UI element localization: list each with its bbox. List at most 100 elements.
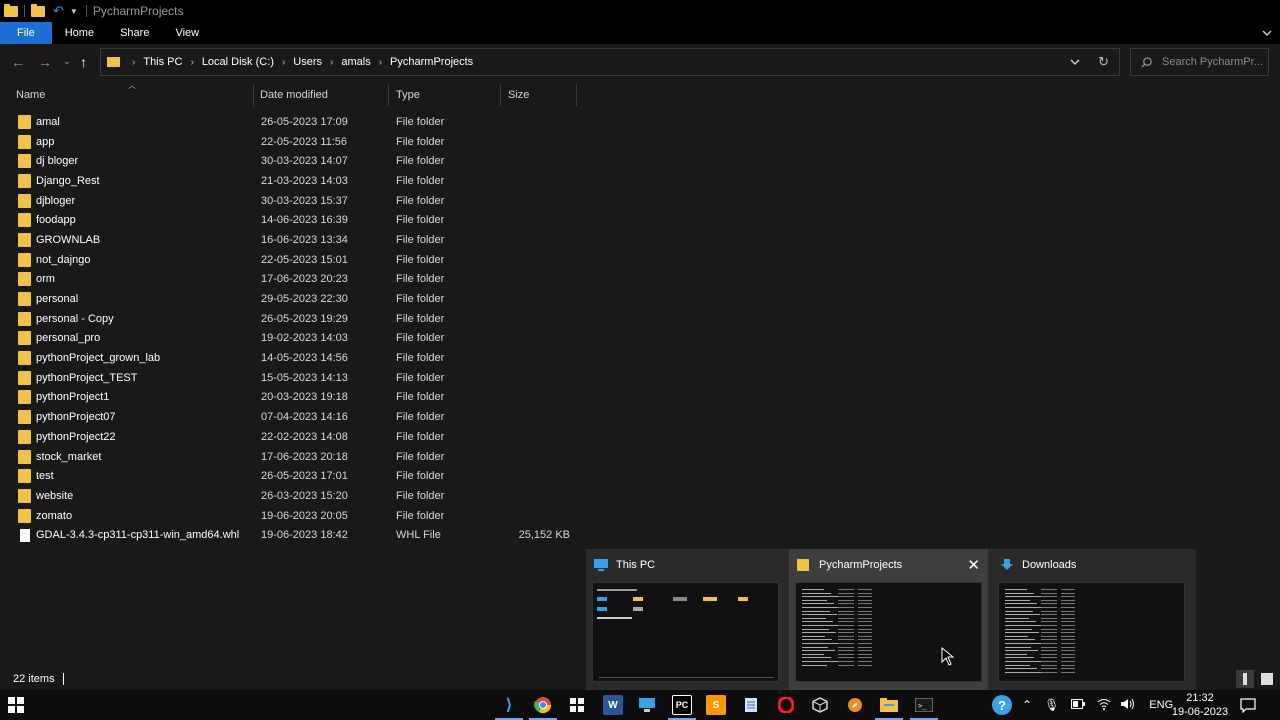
file-row[interactable]: foodapp 14-06-2023 16:39 File folder: [0, 210, 580, 230]
compass-app-icon[interactable]: [845, 695, 865, 715]
breadcrumb-separator[interactable]: ›: [379, 57, 382, 68]
file-row[interactable]: pythonProject22 22-02-2023 14:08 File fold…: [0, 427, 580, 447]
thumbnail-line: [1005, 592, 1034, 594]
folder-icon: [18, 449, 31, 464]
details-view-icon[interactable]: [1236, 670, 1254, 688]
breadcrumb-separator[interactable]: ›: [190, 57, 193, 68]
file-explorer-icon[interactable]: [879, 695, 899, 715]
file-row[interactable]: personal - Copy 26-05-2023 19:29 File fold…: [0, 309, 580, 329]
tab-share[interactable]: Share: [107, 22, 162, 44]
file-row[interactable]: pythonProject1 20-03-2023 19:18 File folde…: [0, 388, 580, 408]
chevron-down-icon[interactable]: [1070, 57, 1080, 67]
file-row[interactable]: test 26-05-2023 17:01 File folder: [0, 466, 580, 486]
file-date: 26-05-2023 17:01: [261, 470, 348, 483]
file-row[interactable]: personal 29-05-2023 22:30 File folder: [0, 289, 580, 309]
breadcrumb-this-pc[interactable]: This PC: [143, 56, 182, 68]
back-arrow-icon[interactable]: ←: [11, 54, 25, 70]
column-header-size[interactable]: Size: [508, 84, 577, 106]
chrome-icon[interactable]: [533, 695, 553, 715]
clock-time: 21:32: [1186, 692, 1214, 704]
sublime-text-icon[interactable]: S: [706, 695, 726, 715]
file-type: File folder: [396, 233, 445, 246]
windows-start-icon[interactable]: [6, 695, 26, 715]
file-row[interactable]: pythonProject_TEST 15-05-2023 14:13 File f…: [0, 368, 580, 388]
undo-icon[interactable]: ↶: [53, 3, 64, 19]
file-type: File folder: [396, 214, 445, 227]
file-row[interactable]: djbloger 30-03-2023 15:37 File folder: [0, 191, 580, 211]
file-row[interactable]: orm 17-06-2023 20:23 File folder: [0, 270, 580, 290]
chevron-down-icon[interactable]: ▼: [70, 7, 78, 16]
search-input[interactable]: Search PycharmPr...: [1130, 48, 1269, 76]
opera-icon[interactable]: [776, 695, 796, 715]
file-row[interactable]: zomato 19-06-2023 20:05 File folder: [0, 506, 580, 526]
file-row[interactable]: personal_pro 19-02-2023 14:03 File folder: [0, 329, 580, 349]
thumbnail-line: [838, 628, 854, 630]
tab-file[interactable]: File: [0, 22, 52, 44]
virtualbox-icon[interactable]: [810, 695, 830, 715]
up-arrow-icon[interactable]: ↑: [80, 54, 87, 70]
thumbnail-line: [1041, 671, 1057, 673]
file-row[interactable]: not_dajngo 22-05-2023 15:01 File folder: [0, 250, 580, 270]
system-clock[interactable]: 21:32 19-06-2023: [1168, 691, 1232, 719]
file-type: File folder: [396, 194, 445, 207]
thumbnail-line: [802, 596, 838, 598]
large-icons-view-icon[interactable]: [1258, 670, 1276, 688]
thumbnail-line: [1005, 661, 1041, 662]
preview-downloads[interactable]: Downloads: [992, 549, 1191, 690]
thumbnail-line: [838, 592, 854, 594]
breadcrumb-separator[interactable]: ›: [282, 57, 285, 68]
thumbnail-line: [802, 664, 827, 666]
pycharm-icon[interactable]: PC: [672, 695, 692, 715]
preview-pycharmprojects[interactable]: PycharmProjects ✕: [789, 549, 988, 690]
file-row[interactable]: dj bloger 30-03-2023 14:07 File folder: [0, 151, 580, 171]
file-row[interactable]: pythonProject07 07-04-2023 14:16 File fold…: [0, 407, 580, 427]
forward-arrow-icon[interactable]: →: [38, 54, 52, 70]
breadcrumb-separator[interactable]: ›: [330, 57, 333, 68]
app-grid-icon[interactable]: [567, 695, 587, 715]
address-bar[interactable]: › This PC › Local Disk (C:) › Users › am…: [100, 48, 1120, 76]
notepad-icon[interactable]: [741, 695, 761, 715]
preview-this-pc[interactable]: This PC: [586, 549, 785, 690]
file-type: File folder: [396, 430, 445, 443]
file-row[interactable]: amal 26-05-2023 17:09 File folder: [0, 112, 580, 132]
word-icon[interactable]: W: [603, 695, 623, 715]
help-icon[interactable]: ?: [992, 695, 1012, 715]
vscode-icon[interactable]: ⟩: [499, 695, 519, 715]
breadcrumb-amals[interactable]: amals: [341, 56, 370, 68]
close-icon[interactable]: ✕: [967, 556, 980, 574]
thumbnail-line: [838, 607, 854, 608]
battery-icon[interactable]: [1071, 698, 1086, 712]
volume-icon[interactable]: [1121, 698, 1135, 713]
breadcrumb-users[interactable]: Users: [293, 56, 322, 68]
file-row[interactable]: GROWNLAB 16-06-2023 13:34 File folder: [0, 230, 580, 250]
notifications-icon[interactable]: [1240, 697, 1256, 716]
breadcrumb-local-disk[interactable]: Local Disk (C:): [202, 56, 274, 68]
column-header-type[interactable]: Type: [396, 84, 501, 106]
file-row[interactable]: app 22-05-2023 11:56 File folder: [0, 132, 580, 152]
refresh-icon[interactable]: ↻: [1098, 54, 1109, 70]
file-row[interactable]: Django_Rest 21-03-2023 14:03 File folder: [0, 171, 580, 191]
breadcrumb-separator[interactable]: ›: [132, 57, 135, 68]
show-hidden-icons-icon[interactable]: ⌃: [1022, 698, 1032, 712]
thumbnail-line: [1061, 603, 1075, 605]
terminal-icon[interactable]: >_: [914, 695, 934, 715]
thumbnail-line: [1005, 589, 1027, 590]
file-row[interactable]: pythonProject_grown_lab 14-05-2023 14:56 F…: [0, 348, 580, 368]
tab-home[interactable]: Home: [52, 22, 107, 44]
remote-desktop-icon[interactable]: [637, 695, 657, 715]
file-row[interactable]: GDAL-3.4.3-cp311-cp311-win_amd64.whl 19-0…: [0, 525, 580, 545]
column-header-date[interactable]: Date modified: [260, 84, 389, 106]
search-placeholder: Search PycharmPr...: [1162, 56, 1263, 68]
recent-locations-chevron-icon[interactable]: ⌄: [63, 56, 71, 67]
file-row[interactable]: website 26-03-2023 15:20 File folder: [0, 486, 580, 506]
search-icon: [1141, 56, 1152, 68]
wifi-icon[interactable]: [1097, 698, 1111, 713]
breadcrumb-pycharmprojects[interactable]: PycharmProjects: [390, 56, 473, 68]
file-row[interactable]: stock_market 17-06-2023 20:18 File folder: [0, 447, 580, 467]
new-folder-icon[interactable]: [31, 3, 45, 17]
column-header-name[interactable]: Name: [16, 84, 254, 106]
tab-view[interactable]: View: [162, 22, 212, 44]
microphone-icon[interactable]: 🎙: [1044, 698, 1059, 712]
file-name: GROWNLAB: [36, 233, 101, 246]
expand-ribbon-icon[interactable]: [1262, 28, 1272, 38]
